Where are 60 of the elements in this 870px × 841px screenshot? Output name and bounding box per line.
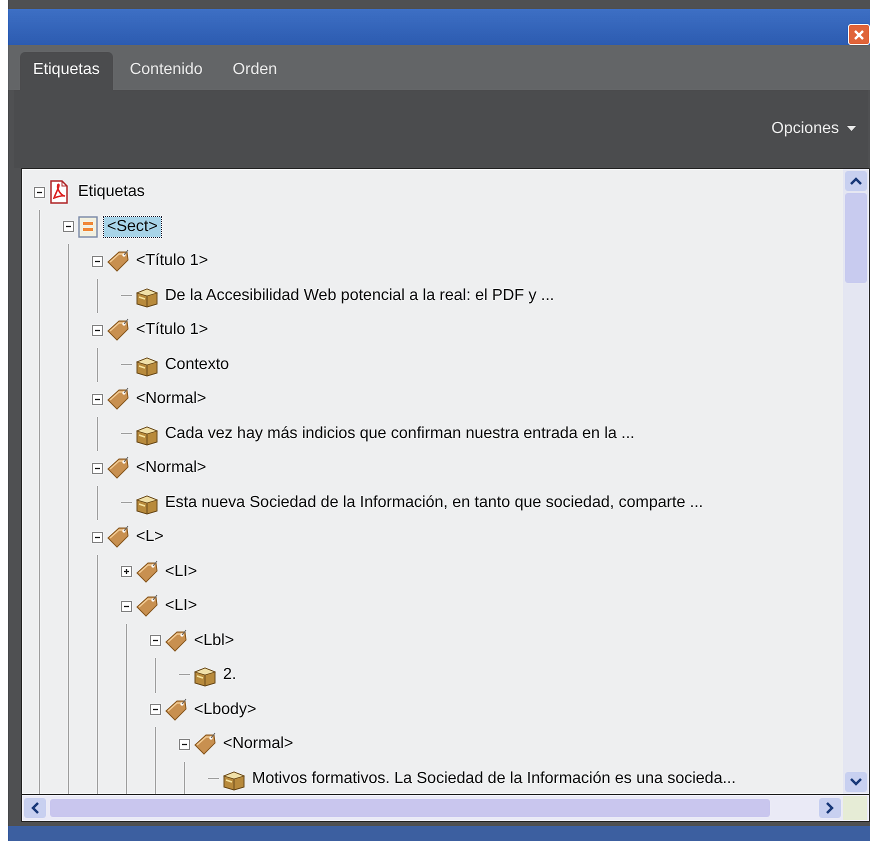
tag-icon bbox=[106, 318, 130, 342]
scrollbar-corner bbox=[843, 796, 867, 820]
tree-item[interactable]: <LI> bbox=[162, 562, 200, 582]
scroll-up-button[interactable] bbox=[845, 171, 867, 191]
tree-item[interactable]: Motivos formativos. La Sociedad de la Información es una socieda... bbox=[249, 768, 739, 789]
tree-item[interactable]: <Normal> bbox=[133, 389, 210, 410]
tree-item[interactable]: De la Accesibilidad Web potencial a la real: el PDF y ... bbox=[162, 286, 558, 306]
tree-item[interactable]: Etiquetas bbox=[75, 182, 148, 202]
tag-icon bbox=[106, 387, 130, 412]
tree-item[interactable]: <Normal> bbox=[133, 458, 210, 478]
tree-item[interactable]: Cada vez hay más indicios que confirman nuestra entrada en la ... bbox=[162, 424, 638, 444]
close-icon bbox=[853, 28, 865, 40]
collapse-toggle[interactable] bbox=[150, 635, 161, 646]
tag-icon bbox=[164, 698, 188, 722]
tab[interactable]: Contenido bbox=[116, 52, 216, 90]
tree-item[interactable]: Contexto bbox=[162, 354, 232, 375]
vertical-scrollbar[interactable] bbox=[843, 169, 869, 794]
tag-icon bbox=[135, 594, 159, 618]
tree-item[interactable]: <Lbl> bbox=[191, 630, 238, 651]
tag-icon bbox=[135, 560, 159, 584]
collapse-toggle[interactable] bbox=[150, 704, 161, 716]
scroll-thumb[interactable] bbox=[50, 799, 770, 817]
collapse-toggle[interactable] bbox=[63, 221, 74, 232]
tab[interactable]: Orden bbox=[220, 52, 290, 90]
options-menu[interactable]: Opciones bbox=[771, 120, 856, 138]
chevron-up-icon bbox=[849, 176, 863, 186]
caret-icon bbox=[847, 126, 856, 132]
tag-icon bbox=[106, 456, 130, 480]
collapse-toggle[interactable] bbox=[179, 738, 190, 750]
scroll-thumb[interactable] bbox=[845, 193, 867, 283]
tag-icon bbox=[193, 732, 217, 756]
tree-item[interactable]: <Lbody> bbox=[191, 700, 260, 720]
chevron-down-icon bbox=[849, 777, 863, 787]
expand-toggle[interactable] bbox=[121, 566, 132, 578]
collapse-toggle[interactable] bbox=[92, 462, 103, 474]
tab[interactable]: Etiquetas bbox=[20, 52, 113, 90]
collapse-toggle[interactable] bbox=[92, 324, 103, 336]
collapse-toggle[interactable] bbox=[34, 186, 45, 198]
chevron-left-icon bbox=[30, 801, 40, 815]
chevron-right-icon bbox=[825, 801, 835, 815]
tag-icon bbox=[106, 249, 130, 274]
tree-item[interactable]: <LI> bbox=[162, 596, 200, 616]
tree-item[interactable]: Esta nueva Sociedad de la Información, en tanto que sociedad, comparte ... bbox=[162, 492, 706, 513]
tag-icon bbox=[106, 525, 130, 550]
tag-icon bbox=[164, 628, 188, 653]
tree-item[interactable]: 2. bbox=[220, 665, 240, 686]
tree-item[interactable]: <Normal> bbox=[220, 734, 296, 754]
scroll-right-button[interactable] bbox=[819, 798, 841, 818]
tree-item[interactable]: <Título 1> bbox=[133, 251, 212, 272]
tree-item[interactable]: <Título 1> bbox=[133, 320, 212, 340]
horizontal-scrollbar[interactable] bbox=[21, 795, 870, 822]
collapse-toggle[interactable] bbox=[92, 532, 103, 543]
collapse-toggle[interactable] bbox=[92, 394, 103, 405]
tree-item[interactable]: <Sect> bbox=[104, 216, 161, 237]
scroll-down-button[interactable] bbox=[845, 772, 867, 792]
collapse-toggle[interactable] bbox=[121, 600, 132, 612]
scroll-left-button[interactable] bbox=[24, 798, 46, 818]
collapse-toggle[interactable] bbox=[92, 256, 103, 267]
tree-item[interactable]: <L> bbox=[133, 527, 167, 548]
close-button[interactable] bbox=[848, 24, 870, 45]
